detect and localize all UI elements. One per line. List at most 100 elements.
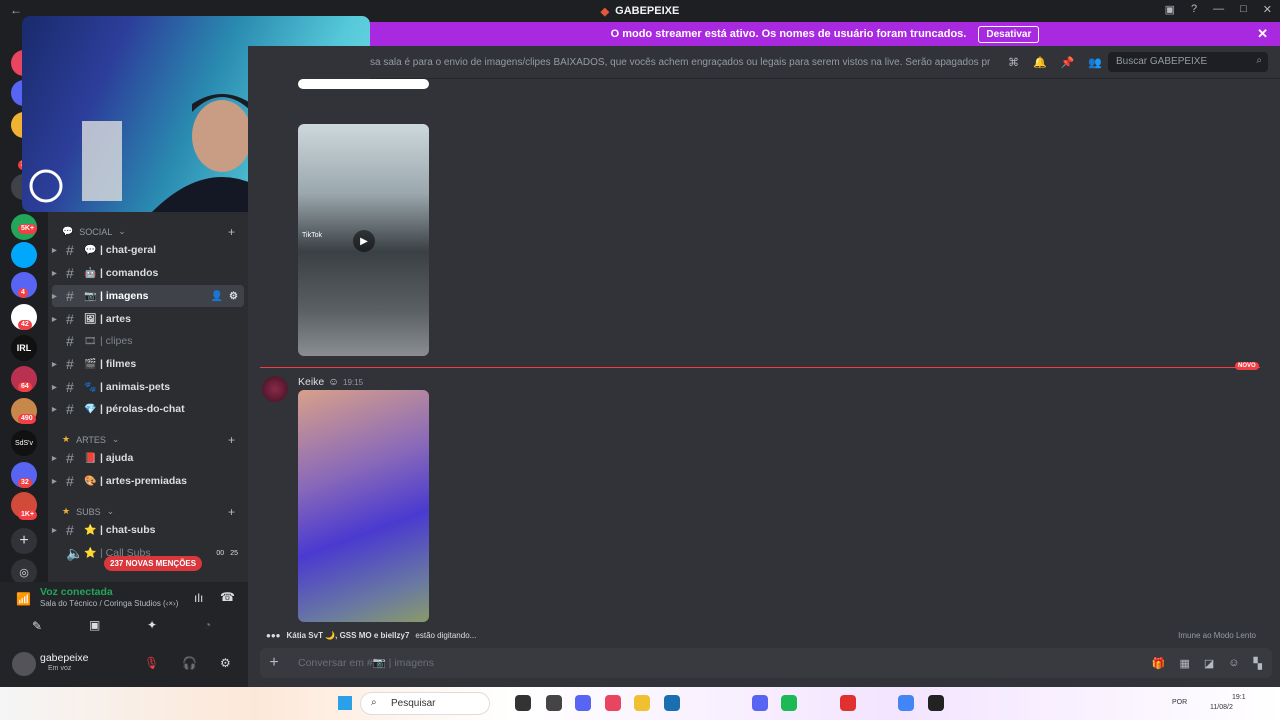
language-indicator[interactable]: POR bbox=[1172, 699, 1187, 706]
clock-time[interactable]: 19:1 bbox=[1232, 694, 1246, 701]
voice-status[interactable]: Voz conectada bbox=[40, 586, 113, 598]
category-subs[interactable]: ★ SUBS ⌄ + bbox=[62, 505, 235, 519]
author-name[interactable]: Keike bbox=[298, 376, 324, 388]
message-composer: + 🎁 ▦ ◪ ☺ ▚ bbox=[260, 648, 1272, 678]
headphones-muted-icon[interactable]: 🎧 bbox=[182, 656, 197, 670]
app-icon[interactable] bbox=[546, 695, 562, 711]
channel-item[interactable]: # 🎞 | clipes bbox=[52, 330, 244, 352]
image-attachment[interactable] bbox=[298, 79, 429, 89]
search-icon: ⌕ bbox=[1256, 55, 1262, 66]
image-attachment[interactable] bbox=[298, 390, 429, 622]
message-input[interactable] bbox=[298, 657, 998, 669]
app-icon[interactable] bbox=[840, 695, 856, 711]
app-icon[interactable] bbox=[575, 695, 591, 711]
channel-item[interactable]: ▶ # 🎬 | filmes bbox=[52, 353, 244, 375]
add-server-icon[interactable]: + bbox=[11, 528, 37, 554]
threads-icon[interactable]: ⌘ bbox=[1008, 56, 1019, 69]
gif-icon[interactable]: ▦ bbox=[1179, 657, 1189, 670]
username[interactable]: gabepeixe bbox=[40, 652, 88, 664]
avatar[interactable] bbox=[12, 652, 36, 676]
video-attachment[interactable]: TikTok ▶ bbox=[298, 124, 429, 356]
apps-icon[interactable]: ▚ bbox=[1254, 657, 1262, 670]
mention-badge: 5K+ bbox=[18, 224, 38, 234]
hash-icon: # bbox=[66, 379, 74, 395]
app-icon[interactable] bbox=[605, 695, 621, 711]
attach-plus-icon[interactable]: + bbox=[260, 654, 288, 672]
sticker-icon[interactable]: ◪ bbox=[1204, 657, 1214, 670]
channel-item[interactable]: ▶ # ⭐ | chat-subs bbox=[52, 519, 244, 541]
category-social[interactable]: 💬 SOCIAL ⌄ + bbox=[62, 225, 235, 239]
spotify-app-icon[interactable] bbox=[781, 695, 797, 711]
banner-text: O modo streamer está ativo. Os nomes de … bbox=[610, 28, 967, 40]
hash-icon: # bbox=[66, 333, 74, 349]
taskbar-search[interactable]: ⌕ Pesquisar bbox=[360, 692, 490, 715]
camera-off-icon[interactable]: ✎ bbox=[32, 619, 42, 633]
avatar[interactable] bbox=[262, 376, 288, 402]
gear-icon[interactable]: ⚙ bbox=[229, 291, 238, 302]
add-channel-icon[interactable]: + bbox=[228, 433, 235, 447]
activities-icon[interactable]: ✦ bbox=[147, 618, 157, 632]
server-icon-sdsv[interactable]: SdS'v bbox=[11, 430, 37, 456]
hash-icon: # bbox=[66, 450, 74, 466]
new-mentions-pill[interactable]: 237 NOVAS MENÇÕES bbox=[104, 556, 203, 571]
gift-icon[interactable]: 🎁 bbox=[1152, 657, 1166, 670]
server-icon[interactable] bbox=[11, 242, 37, 268]
pin-icon[interactable]: 📌 bbox=[1061, 56, 1075, 69]
discord-app-icon[interactable] bbox=[752, 695, 768, 711]
add-channel-icon[interactable]: + bbox=[228, 225, 235, 239]
channel-item[interactable]: ▶ # 📕 | ajuda bbox=[52, 447, 244, 469]
app-icon[interactable] bbox=[664, 695, 680, 711]
channel-header: sa sala é para o envio de imagens/clipes… bbox=[370, 46, 1280, 79]
disconnect-icon[interactable]: ☎ bbox=[220, 590, 235, 604]
channel-item[interactable]: ▶ # 🎨 | artes-premiadas bbox=[52, 470, 244, 492]
chevron-down-icon: ⌄ bbox=[111, 434, 120, 444]
close-window-icon[interactable]: ✕ bbox=[1263, 3, 1272, 16]
channel-sidebar: 💬 SOCIAL ⌄ + ▶ # 💬 | chat-geral ▶ # 🤖 | comandos … bbox=[48, 212, 248, 582]
soundboard-icon[interactable]: ılı bbox=[194, 591, 203, 605]
bell-icon[interactable]: 🔔 bbox=[1033, 56, 1047, 69]
hash-icon: # bbox=[66, 473, 74, 489]
screenshare-icon[interactable]: ▣ bbox=[89, 618, 100, 632]
category-artes[interactable]: ★ ARTES ⌄ + bbox=[62, 433, 235, 447]
play-icon[interactable]: ▶ bbox=[353, 230, 375, 252]
settings-gear-icon[interactable]: ⚙ bbox=[220, 656, 231, 670]
back-arrow-icon[interactable]: ← bbox=[10, 3, 22, 17]
speaker-icon: 🔈 bbox=[66, 544, 84, 561]
clock-date[interactable]: 11/08/2 bbox=[1210, 704, 1233, 711]
channel-item[interactable]: ▶ # 🖼 | artes bbox=[52, 308, 244, 330]
minimize-icon[interactable]: — bbox=[1213, 3, 1224, 16]
channel-item-active[interactable]: ▶ # 📷 | imagens 👤 ⚙ bbox=[52, 285, 244, 307]
star-icon: ★ bbox=[62, 506, 71, 516]
invite-icon[interactable]: 👤 bbox=[211, 291, 223, 302]
inbox-icon[interactable]: ▣ bbox=[1165, 3, 1175, 16]
voice-location[interactable]: Sala do Técnico / Coringa Studios (‹×›) bbox=[40, 599, 178, 608]
add-channel-icon[interactable]: + bbox=[228, 505, 235, 519]
chrome-app-icon[interactable] bbox=[898, 695, 914, 711]
voice-panel: 📶 Voz conectada Sala do Técnico / Coring… bbox=[0, 582, 248, 642]
hash-icon: # bbox=[66, 242, 74, 258]
channel-item[interactable]: ▶ # 💬 | chat-geral bbox=[52, 239, 244, 261]
mic-muted-icon[interactable]: 🎙 bbox=[144, 656, 159, 670]
channel-item[interactable]: ▶ # 🐾 | animais-pets bbox=[52, 376, 244, 398]
obs-app-icon[interactable] bbox=[928, 695, 944, 711]
hash-icon: # bbox=[66, 522, 74, 538]
mention-badge: 42 bbox=[18, 320, 32, 330]
channel-item[interactable]: ▶ # 🤖 | comandos bbox=[52, 262, 244, 284]
message-header: Keike ☺ 19:15 bbox=[298, 376, 363, 388]
start-button[interactable] bbox=[338, 696, 352, 710]
hash-icon: # bbox=[66, 356, 74, 372]
chevron-down-icon: ⌄ bbox=[106, 506, 115, 516]
close-banner-icon[interactable]: ✕ bbox=[1257, 26, 1268, 42]
maximize-icon[interactable]: □ bbox=[1240, 3, 1247, 16]
slowmode-note: Imune ao Modo Lento bbox=[1178, 631, 1256, 640]
soundboard-panel-icon[interactable]: ◔ bbox=[204, 618, 211, 632]
help-icon[interactable]: ? bbox=[1191, 3, 1197, 16]
disable-streamer-button[interactable]: Desativar bbox=[978, 25, 1040, 43]
channel-item[interactable]: ▶ # 💎 | pérolas-do-chat bbox=[52, 398, 244, 420]
search-input[interactable]: Buscar GABEPEIXE ⌕ bbox=[1108, 52, 1268, 72]
app-icon[interactable] bbox=[515, 695, 531, 711]
emoji-icon[interactable]: ☺ bbox=[1228, 657, 1239, 670]
members-icon[interactable]: 👥 bbox=[1088, 56, 1102, 69]
server-icon-irl[interactable]: IRL bbox=[11, 335, 37, 361]
app-icon[interactable] bbox=[634, 695, 650, 711]
